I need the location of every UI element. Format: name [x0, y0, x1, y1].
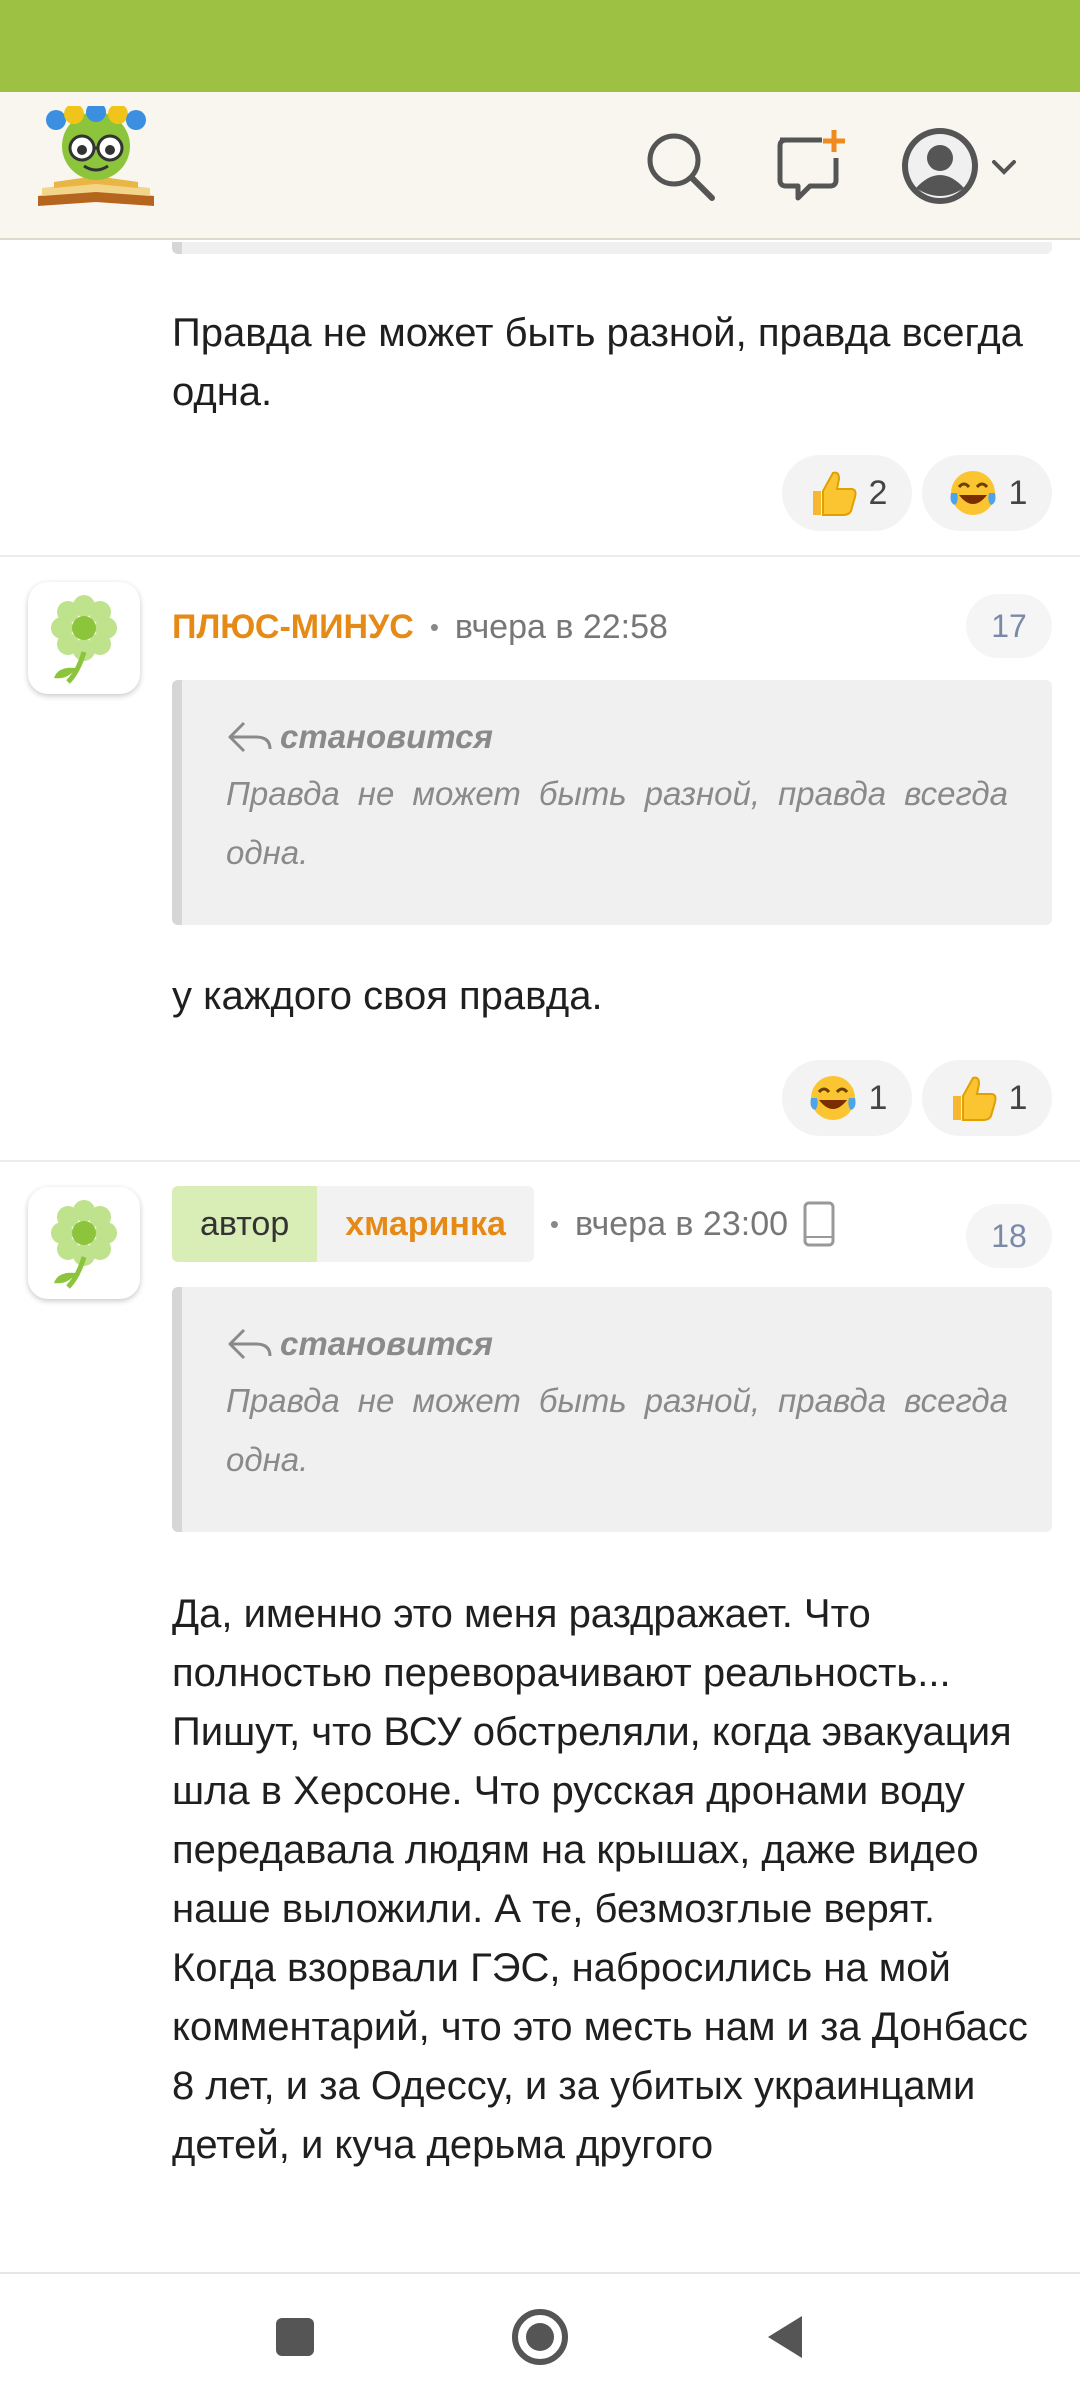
comment-time[interactable]: вчера в 23:00 — [575, 1205, 788, 1244]
author-name[interactable]: ПЛЮС-МИНУС — [172, 608, 414, 647]
site-logo[interactable] — [34, 102, 158, 218]
reactions: 1 1 — [782, 1060, 1080, 1136]
home-circle-icon — [512, 2309, 568, 2365]
comment-text: у каждого своя правда. — [172, 974, 603, 1018]
reaction-count: 1 — [1008, 1078, 1028, 1117]
flower-avatar-icon — [51, 1200, 117, 1289]
author-tag: автор хмаринка — [172, 1186, 534, 1262]
reaction-count: 1 — [868, 1078, 888, 1117]
comment-paragraph: Да, именно это меня раздражает. Что полн… — [172, 1592, 1012, 1931]
avatar[interactable] — [28, 1187, 140, 1299]
comment-text: Правда не может быть разной, правда всег… — [172, 311, 1023, 414]
comment: ПЛЮС-МИНУС • вчера в 22:58 17 становится… — [0, 557, 1080, 1162]
reaction-tears-of-joy[interactable]: 1 — [922, 455, 1052, 531]
search-icon[interactable] — [640, 126, 720, 206]
comments-feed: Правда не может быть разной, правда всег… — [0, 242, 1080, 2272]
separator-dot: • — [429, 611, 439, 642]
comment: автор хмаринка • вчера в 23:00 18 станов… — [0, 1162, 1080, 2272]
system-nav-bar — [0, 2272, 1080, 2400]
app-header — [0, 92, 1080, 240]
quote-block: становится Правда не может быть разной, … — [172, 680, 1052, 925]
recent-apps-button[interactable] — [260, 2302, 330, 2372]
reaction-thumbs-up[interactable]: 2 — [782, 455, 912, 531]
back-button[interactable] — [750, 2302, 820, 2372]
comment: Правда не может быть разной, правда всег… — [0, 242, 1080, 557]
quote-text: Правда не может быть разной, правда всег… — [226, 775, 1008, 871]
thumbs-up-emoji-icon — [812, 471, 857, 516]
new-post-icon[interactable] — [772, 126, 852, 206]
quote-header: становится — [226, 718, 1008, 756]
separator-dot: • — [549, 1208, 559, 1239]
reply-arrow-icon — [228, 721, 272, 753]
reaction-thumbs-up[interactable]: 1 — [922, 1060, 1052, 1136]
square-icon — [276, 2318, 314, 2356]
flower-avatar-icon — [51, 595, 117, 684]
quote-block: становится Правда не может быть разной, … — [172, 1287, 1052, 1532]
comment-number[interactable]: 18 — [966, 1204, 1052, 1268]
quote-header: становится — [226, 1325, 1008, 1363]
avatar[interactable] — [28, 582, 140, 694]
comment-text: Да, именно это меня раздражает. Что полн… — [172, 1585, 1054, 2175]
back-triangle-icon — [768, 2316, 802, 2358]
reaction-count: 1 — [1008, 473, 1028, 512]
tears-of-joy-emoji-icon — [810, 1076, 856, 1120]
reactions: 2 1 — [782, 455, 1080, 531]
quote-block — [172, 242, 1052, 254]
user-menu-button[interactable] — [900, 126, 1020, 206]
comment-meta: ПЛЮС-МИНУС • вчера в 22:58 — [172, 597, 668, 657]
home-button[interactable] — [505, 2302, 575, 2372]
tears-of-joy-emoji-icon — [950, 471, 996, 515]
reaction-count: 2 — [868, 473, 888, 512]
reply-arrow-icon — [228, 1328, 272, 1360]
quote-author[interactable]: становится — [280, 1325, 493, 1363]
comment-paragraph: Когда взорвали ГЭС, набросились на мой к… — [172, 1946, 1028, 2167]
author-role-badge: автор — [172, 1186, 318, 1262]
reaction-tears-of-joy[interactable]: 1 — [782, 1060, 912, 1136]
status-bar — [0, 0, 1080, 92]
comment-time[interactable]: вчера в 22:58 — [455, 608, 668, 647]
comment-number[interactable]: 17 — [966, 594, 1052, 658]
quote-text: Правда не может быть разной, правда всег… — [226, 1382, 1008, 1478]
thumbs-up-emoji-icon — [952, 1076, 997, 1121]
quote-author[interactable]: становится — [280, 718, 493, 756]
chevron-down-icon — [992, 160, 1016, 175]
author-name[interactable]: хмаринка — [317, 1186, 534, 1262]
mobile-phone-icon — [803, 1201, 835, 1247]
comment-meta: автор хмаринка • вчера в 23:00 — [172, 1186, 836, 1262]
